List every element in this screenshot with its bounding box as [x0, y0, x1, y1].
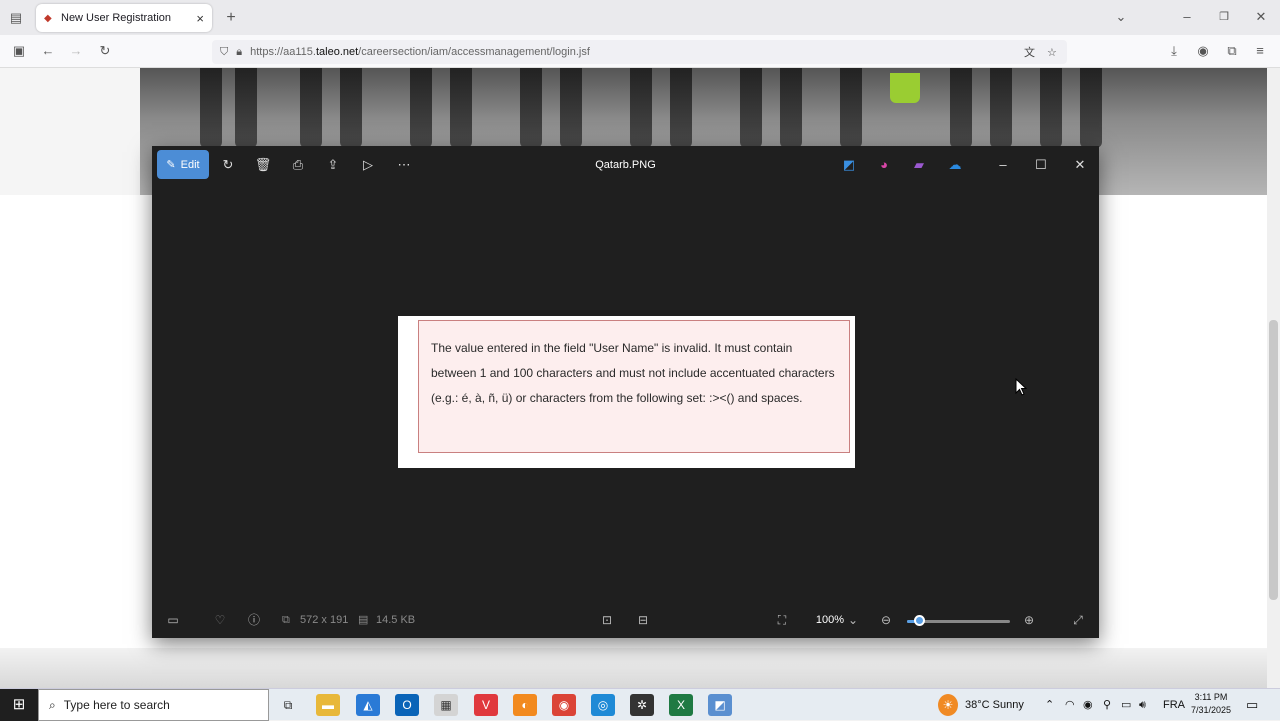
file-size-icon: ▤ — [358, 614, 369, 626]
outlook-icon[interactable]: O — [395, 694, 419, 716]
start-button[interactable]: ⊞ — [0, 689, 38, 721]
microphone-icon[interactable]: ⚲ — [1103, 689, 1111, 721]
volume-icon[interactable]: 🔊︎ — [1139, 689, 1146, 721]
file-size: 14.5 KB — [376, 614, 416, 626]
rotate-icon[interactable]: ↻ — [216, 154, 240, 176]
restore-window-icon[interactable]: ❐ — [1214, 7, 1234, 27]
taleo-favicon-icon: ◆ — [44, 12, 52, 24]
account-icon[interactable]: ◉ — [1193, 41, 1213, 61]
file-explorer-icon[interactable]: ▬ — [316, 694, 340, 716]
notifications-icon[interactable]: ▭ — [1246, 689, 1258, 721]
photos-viewer-window: ✎ Edit ↻ 🗑︎ ⎙ ⇪ ▷ ⋯ Qatarb.PNG ◩ ◕ ▰ ☁ –… — [152, 146, 1099, 638]
error-message-text: The value entered in the field "User Nam… — [431, 341, 835, 405]
zoom-out-icon[interactable]: ⊖ — [877, 610, 895, 630]
url-prefix: https://aa115. — [250, 46, 316, 58]
translate-icon[interactable]: 文 — [1024, 44, 1035, 60]
print-icon[interactable]: ⎙ — [286, 154, 310, 176]
search-icon: ⌕ — [49, 697, 56, 712]
clock-date: 7/31/2025 — [1190, 705, 1232, 715]
edit-label: Edit — [180, 158, 200, 171]
clipchamp-app-icon[interactable]: ▰ — [907, 154, 931, 176]
banner-left — [0, 68, 140, 195]
viewer-toolbar: ✎ Edit ↻ 🗑︎ ⎙ ⇪ ▷ ⋯ Qatarb.PNG ◩ ◕ ▰ ☁ –… — [152, 146, 1099, 184]
firefox-icon[interactable]: ◐ — [513, 694, 537, 716]
displayed-image: The value entered in the field "User Nam… — [398, 316, 855, 468]
clock[interactable]: 3:11 PM 7/31/2025 — [1186, 691, 1236, 717]
viewer-close-icon[interactable]: ✕ — [1068, 154, 1092, 176]
chrome-tray-icon[interactable]: ◉ — [1083, 689, 1093, 721]
copy-text-icon[interactable]: ⊟ — [634, 610, 652, 630]
url-domain: taleo.net — [315, 46, 359, 58]
weather-text[interactable]: 38°C Sunny — [965, 689, 1024, 721]
close-tab-icon[interactable]: × — [196, 11, 204, 26]
show-hidden-icons-icon[interactable]: ⌃ — [1045, 689, 1054, 721]
store-icon[interactable]: ▦ — [434, 694, 458, 716]
clock-time: 3:11 PM — [1194, 692, 1228, 702]
paint-app-icon[interactable]: ◕ — [872, 154, 896, 176]
dimensions-icon: ⧉ — [282, 614, 290, 626]
zoom-slider-thumb[interactable] — [914, 615, 926, 626]
filmstrip-icon[interactable]: ▭ — [164, 610, 182, 630]
menu-icon[interactable]: ≡ — [1250, 41, 1270, 61]
chrome-icon[interactable]: ◉ — [552, 694, 576, 716]
windows-taskbar: ⊞ ⌕ Type here to search ⧉ ▬ ◭ O ▦ V ◐ ◉ … — [0, 688, 1280, 721]
fit-to-window-icon[interactable]: ⛶ — [773, 610, 791, 630]
vivaldi-icon[interactable]: V — [474, 694, 498, 716]
share-icon[interactable]: ⇪ — [321, 154, 345, 176]
new-tab-button[interactable]: + — [221, 8, 241, 28]
mouse-cursor-icon — [1015, 378, 1027, 396]
tab-title: New User Registration — [61, 12, 172, 24]
photos-app-icon[interactable]: ◩ — [708, 694, 732, 716]
minimize-window-icon[interactable]: – — [1177, 7, 1197, 27]
image-dimensions: 572 x 191 — [300, 614, 349, 626]
edit-button[interactable]: ✎ Edit — [157, 150, 209, 179]
lock-icon: 🔒︎ — [236, 45, 243, 58]
taskbar-search-box[interactable]: ⌕ Type here to search — [38, 689, 269, 721]
forward-icon[interactable]: → — [66, 41, 86, 61]
edge-icon[interactable]: ◎ — [591, 694, 615, 716]
weather-icon[interactable]: ☀ — [938, 694, 958, 716]
file-info-icon[interactable]: ⓘ — [245, 610, 263, 630]
favorite-heart-icon[interactable]: ♡ — [211, 610, 229, 630]
zoom-level[interactable]: 100% — [810, 610, 850, 630]
language-indicator[interactable]: FRA — [1163, 689, 1185, 721]
sidebar-toggle-icon[interactable]: ▣ — [9, 41, 29, 61]
visual-search-icon[interactable]: ⊡ — [598, 610, 616, 630]
excel-icon[interactable]: X — [669, 694, 693, 716]
full-screen-icon[interactable]: ⤢ — [1069, 610, 1087, 630]
tab-list-icon[interactable]: ▤ — [6, 8, 26, 28]
zoom-dropdown-chevron-icon[interactable]: ⌄ — [846, 610, 860, 630]
browser-tab-bar: ▤ ◆ New User Registration × + ⌄ – ❐ ✕ — [0, 0, 1280, 35]
extensions-icon[interactable]: ⧉ — [1222, 41, 1242, 61]
back-icon[interactable]: ← — [38, 41, 58, 61]
designer-app-icon[interactable]: ◩ — [837, 154, 861, 176]
viewer-maximize-icon[interactable]: ☐ — [1029, 154, 1053, 176]
task-view-icon[interactable]: ⧉ — [276, 694, 300, 716]
zoom-in-icon[interactable]: ⊕ — [1020, 610, 1038, 630]
more-options-icon[interactable]: ⋯ — [392, 154, 416, 176]
edit-icon: ✎ — [166, 159, 176, 171]
list-all-tabs-icon[interactable]: ⌄ — [1111, 7, 1131, 27]
shield-icon: ⛉ — [220, 45, 229, 58]
delete-icon[interactable]: 🗑︎ — [251, 154, 275, 176]
bookmark-star-icon[interactable]: ☆ — [1047, 46, 1057, 59]
url-bar[interactable]: ⛉ 🔒︎ https://aa115. taleo.net/careersecti… — [212, 40, 1067, 64]
url-path: /careersection/iam/accessmanagement/logi… — [358, 46, 590, 58]
page-footer-strip — [0, 648, 1267, 688]
scrollbar-thumb[interactable] — [1269, 320, 1278, 600]
battery-icon[interactable]: ▭ — [1121, 689, 1131, 721]
close-window-icon[interactable]: ✕ — [1251, 7, 1271, 27]
error-message-box: The value entered in the field "User Nam… — [418, 320, 850, 453]
slideshow-icon[interactable]: ▷ — [356, 154, 380, 176]
onedrive-icon[interactable]: ☁ — [943, 154, 967, 176]
chatgpt-icon[interactable]: ✲ — [630, 694, 654, 716]
search-placeholder: Type here to search — [63, 698, 170, 712]
azure-app-icon[interactable]: ◭ — [356, 694, 380, 716]
downloads-icon[interactable]: ⤓ — [1164, 41, 1184, 61]
viewer-minimize-icon[interactable]: – — [991, 154, 1015, 176]
viewer-status-bar: ▭ ♡ ⓘ ⧉ 572 x 191 ▤ 14.5 KB ⊡ ⊟ ⛶ 100% ⌄… — [152, 604, 1099, 638]
reload-icon[interactable]: ↻ — [95, 41, 115, 61]
tab-new-user-registration[interactable]: ◆ New User Registration × — [36, 4, 212, 32]
network-icon[interactable]: ◠ — [1065, 689, 1075, 721]
